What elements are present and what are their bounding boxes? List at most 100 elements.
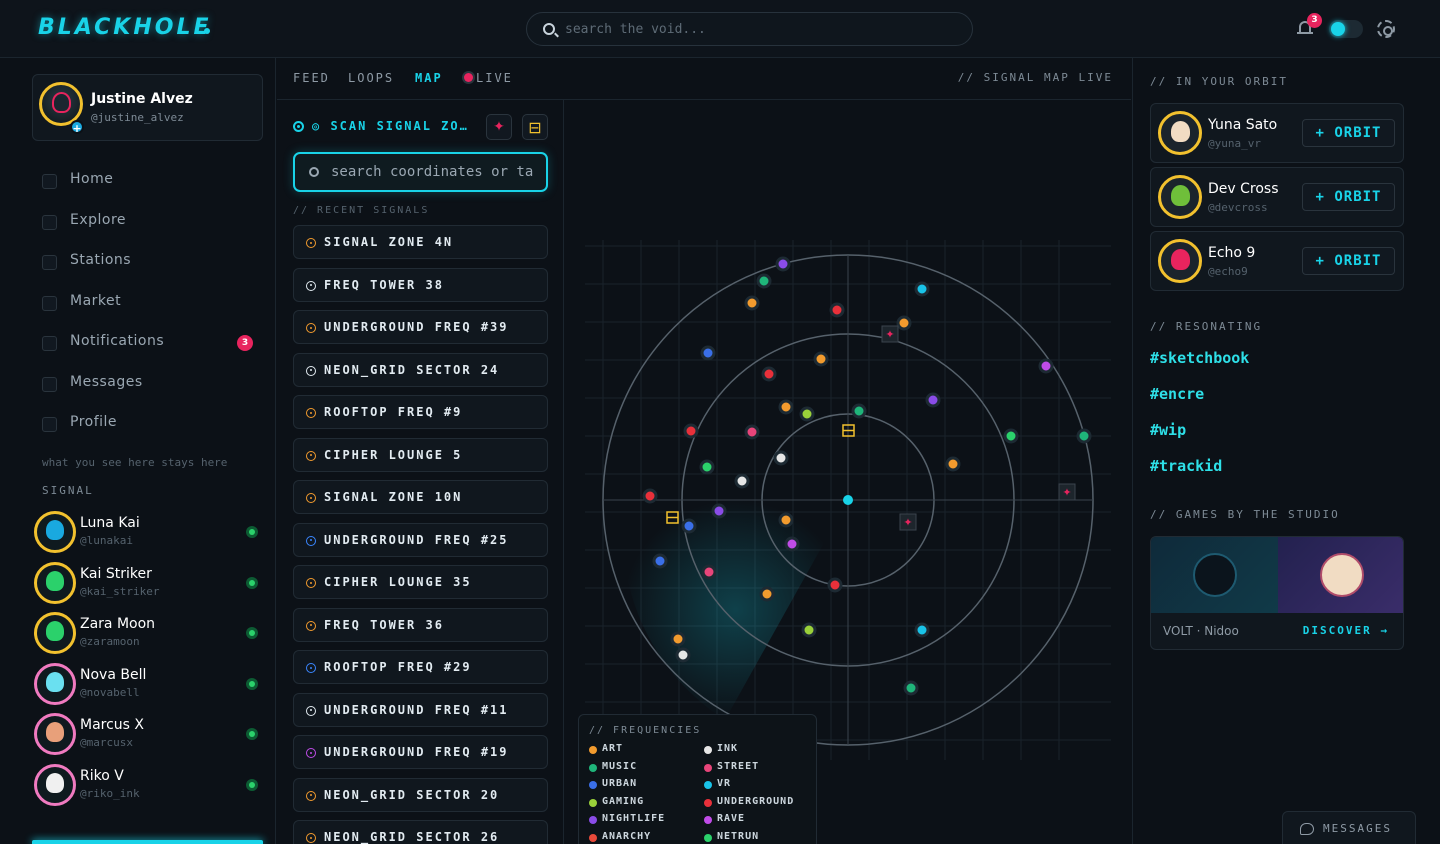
- friend-item[interactable]: Riko V @riko_ink: [34, 761, 264, 812]
- map-signal-point[interactable]: [711, 503, 727, 519]
- signal-list-item[interactable]: UNDERGROUND FREQ #11: [293, 692, 548, 727]
- theme-toggle[interactable]: [1329, 20, 1363, 38]
- signal-list-item[interactable]: UNDERGROUND FREQ #25: [293, 522, 548, 557]
- messages-button[interactable]: MESSAGES: [1282, 811, 1416, 844]
- map-signal-point[interactable]: [903, 680, 919, 696]
- map-signal-point[interactable]: [744, 295, 760, 311]
- signal-list-item[interactable]: SIGNAL ZONE 10N: [293, 480, 548, 514]
- compose-button[interactable]: [32, 840, 263, 844]
- map-signal-point[interactable]: [801, 622, 817, 638]
- signal-list-item[interactable]: CIPHER LOUNGE 5: [293, 437, 548, 472]
- tab-live[interactable]: LIVE: [476, 71, 513, 85]
- map-signal-point[interactable]: [784, 536, 800, 552]
- signal-list-item[interactable]: NEON_GRID SECTOR 26: [293, 820, 548, 844]
- signal-list-item[interactable]: FREQ TOWER 38: [293, 267, 548, 302]
- nav-item-market[interactable]: Market: [40, 285, 260, 326]
- coordinate-search-input[interactable]: [331, 154, 543, 190]
- map-signal-point[interactable]: [652, 553, 668, 569]
- map-signal-point[interactable]: [642, 488, 658, 504]
- map-signal-point[interactable]: [675, 647, 691, 663]
- map-signal-point[interactable]: [914, 622, 930, 638]
- map-marker-icon[interactable]: ✦: [881, 325, 899, 343]
- map-signal-point[interactable]: [756, 273, 772, 289]
- map-signal-point[interactable]: [734, 473, 750, 489]
- profile-card[interactable]: + Justine Alvez @justine_alvez: [32, 74, 263, 141]
- search-input[interactable]: [565, 13, 965, 45]
- map-signal-point[interactable]: [683, 423, 699, 439]
- friend-item[interactable]: Kai Striker @kai_striker: [34, 559, 264, 610]
- gear-icon[interactable]: [1377, 20, 1395, 38]
- legend-swatch: [589, 763, 597, 772]
- nav-item-home[interactable]: Home: [40, 163, 260, 204]
- add-orbit-button[interactable]: + ORBIT: [1302, 183, 1395, 211]
- game-card[interactable]: VOLT · Nidoo DISCOVER →: [1150, 536, 1404, 650]
- add-orbit-button[interactable]: + ORBIT: [1302, 119, 1395, 147]
- map-signal-point[interactable]: [744, 424, 760, 440]
- friend-item[interactable]: Luna Kai @lunakai: [34, 508, 264, 559]
- signal-list-item[interactable]: CIPHER LOUNGE 35: [293, 565, 548, 599]
- friend-item[interactable]: Nova Bell @novabell: [34, 660, 264, 711]
- scan-signal-zone-button[interactable]: ◎ SCAN SIGNAL ZO…: [312, 119, 469, 133]
- tab-feed[interactable]: FEED: [293, 71, 330, 85]
- hashtag-link[interactable]: #sketchbook: [1150, 349, 1249, 367]
- map-signal-point[interactable]: [827, 577, 843, 593]
- map-signal-point[interactable]: [700, 345, 716, 361]
- map-signal-point[interactable]: [775, 256, 791, 272]
- map-signal-point[interactable]: [914, 281, 930, 297]
- map-signal-point[interactable]: [773, 450, 789, 466]
- signal-list-item[interactable]: ROOFTOP FREQ #29: [293, 650, 548, 684]
- map-signal-point[interactable]: [1076, 428, 1092, 444]
- map-signal-point[interactable]: [813, 351, 829, 367]
- map-signal-point[interactable]: [701, 564, 717, 580]
- map-signal-point[interactable]: [945, 456, 961, 472]
- map-signal-point[interactable]: [925, 392, 941, 408]
- hashtag-link[interactable]: #trackid: [1150, 457, 1222, 475]
- map-signal-point[interactable]: [829, 302, 845, 318]
- add-orbit-button[interactable]: + ORBIT: [1302, 247, 1395, 275]
- coordinate-search[interactable]: [293, 152, 548, 192]
- map-signal-point[interactable]: [759, 586, 775, 602]
- signal-list-item[interactable]: UNDERGROUND FREQ #39: [293, 310, 548, 344]
- signal-map[interactable]: ✦ ✦ ✦ // FREQUENCIES ART INK MUSIC STREET UR…: [565, 100, 1131, 844]
- map-marker-icon[interactable]: ✦: [1058, 483, 1076, 501]
- nav-item-stations[interactable]: Stations: [40, 244, 260, 285]
- map-signal-point[interactable]: [1038, 358, 1054, 374]
- map-signal-point[interactable]: [851, 403, 867, 419]
- hashtag-link[interactable]: #wip: [1150, 421, 1186, 439]
- map-signal-point[interactable]: [681, 518, 697, 534]
- orbit-suggestion-card[interactable]: Yuna Sato @yuna_vr + ORBIT: [1150, 103, 1404, 163]
- signal-list-item[interactable]: FREQ TOWER 36: [293, 607, 548, 642]
- nav-item-profile[interactable]: Profile: [40, 406, 260, 447]
- grid-icon[interactable]: ⊟: [522, 114, 548, 140]
- tab-map[interactable]: MAP: [415, 71, 443, 85]
- nav-item-explore[interactable]: Explore: [40, 204, 260, 245]
- map-signal-point[interactable]: [670, 631, 686, 647]
- map-signal-point[interactable]: [896, 315, 912, 331]
- global-search[interactable]: [526, 12, 973, 46]
- discover-link[interactable]: DISCOVER →: [1303, 624, 1389, 637]
- signal-list-item[interactable]: UNDERGROUND FREQ #19: [293, 735, 548, 769]
- map-signal-point[interactable]: [699, 459, 715, 475]
- map-marker-icon[interactable]: ✦: [899, 513, 917, 531]
- orbit-suggestion-card[interactable]: Dev Cross @devcross + ORBIT: [1150, 167, 1404, 227]
- hashtag-link[interactable]: #encre: [1150, 385, 1204, 403]
- map-signal-point[interactable]: [778, 512, 794, 528]
- signal-list-item[interactable]: NEON_GRID SECTOR 24: [293, 352, 548, 387]
- map-signal-point[interactable]: [778, 399, 794, 415]
- map-signal-point[interactable]: [761, 366, 777, 382]
- app-logo[interactable]: BLACKHOLE: [38, 15, 212, 40]
- orbit-suggestion-card[interactable]: Echo 9 @echo9 + ORBIT: [1150, 231, 1404, 291]
- signal-list-item[interactable]: SIGNAL ZONE 4N: [293, 225, 548, 259]
- signal-list-item[interactable]: NEON_GRID SECTOR 20: [293, 777, 548, 812]
- friend-item[interactable]: Marcus X @marcusx: [34, 710, 264, 761]
- map-signal-point[interactable]: [1003, 428, 1019, 444]
- friend-item[interactable]: Zara Moon @zaramoon: [34, 609, 264, 660]
- signal-list-item[interactable]: ROOFTOP FREQ #9: [293, 395, 548, 429]
- add-status-icon[interactable]: +: [70, 120, 84, 135]
- tab-loops[interactable]: LOOPS: [348, 71, 394, 85]
- nav-item-messages[interactable]: Messages: [40, 366, 260, 407]
- chat-bubble-icon: [1300, 823, 1314, 835]
- sparkle-icon[interactable]: ✦: [486, 114, 512, 140]
- nav-item-notifications[interactable]: Notifications 3: [40, 325, 260, 366]
- map-signal-point[interactable]: [799, 406, 815, 422]
